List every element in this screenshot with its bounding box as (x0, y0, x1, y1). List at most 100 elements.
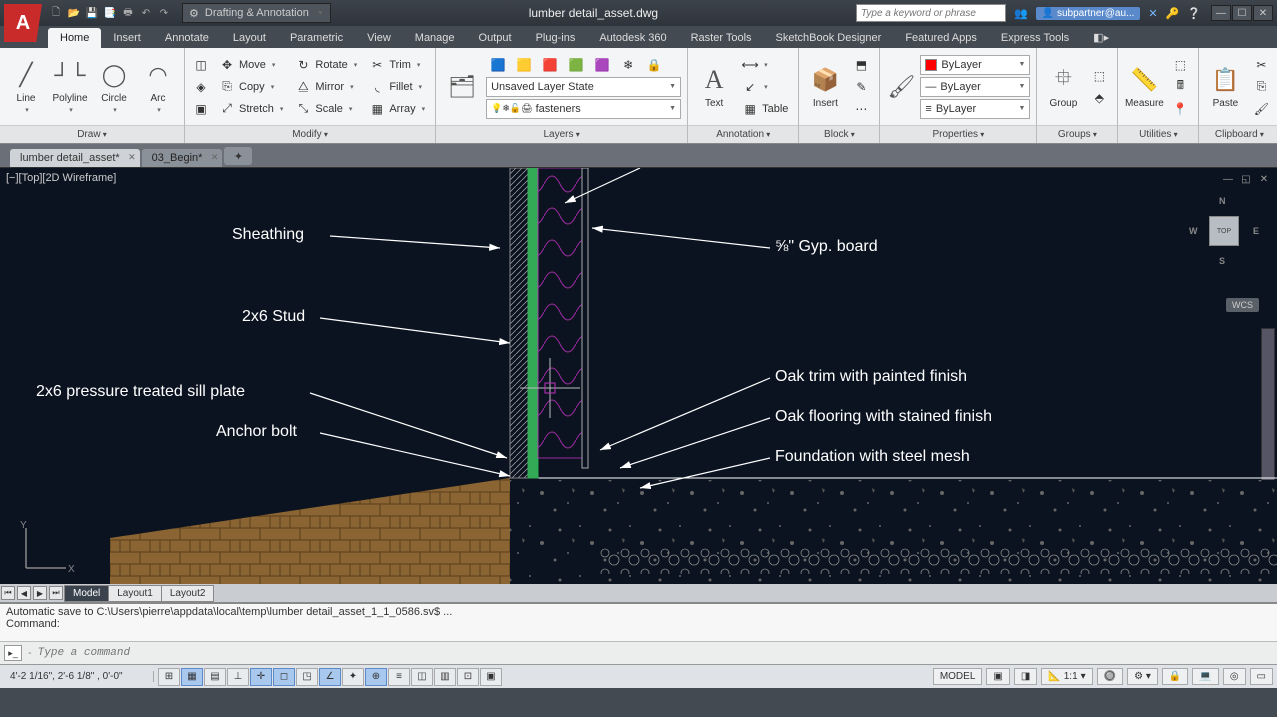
menu-tab-express-tools[interactable]: Express Tools (989, 28, 1081, 48)
toggle-polar[interactable]: ✛ (250, 668, 272, 686)
close-button[interactable]: ✕ (1253, 5, 1273, 21)
app-logo[interactable]: A (4, 4, 42, 42)
menu-tab-autodesk-360[interactable]: Autodesk 360 (587, 28, 678, 48)
tab-next-button[interactable]: ▶ (33, 586, 47, 600)
layer-state-dropdown[interactable]: Unsaved Layer State▼ (486, 77, 681, 97)
status-annovis-icon[interactable]: 🔘 (1097, 668, 1123, 685)
qat-redo-icon[interactable]: ↷ (156, 5, 172, 21)
rotate-button[interactable]: ↻Rotate▾ (291, 55, 361, 75)
status-coordinates[interactable]: 4'-2 1/16", 2'-6 1/8" , 0'-0" (4, 671, 154, 682)
file-tab[interactable]: lumber detail_asset*✕ (10, 149, 140, 167)
line-button[interactable]: ╱Line▾ (6, 54, 46, 120)
status-ws-icon[interactable]: ⚙ ▾ (1127, 668, 1158, 685)
group-button[interactable]: ⯐Group (1043, 54, 1083, 120)
close-icon[interactable]: ✕ (128, 152, 136, 163)
paste-button[interactable]: 📋Paste (1205, 54, 1245, 120)
toggle-dyn[interactable]: ⊕ (365, 668, 387, 686)
command-prompt-icon[interactable]: ▸_ (4, 645, 22, 661)
status-clean-icon[interactable]: ▭ (1250, 668, 1273, 685)
toggle-grid[interactable]: ▤ (204, 668, 226, 686)
toggle-ducs[interactable]: ✦ (342, 668, 364, 686)
file-tab[interactable]: 03_Begin*✕ (142, 149, 223, 167)
property-row-2[interactable]: ≡ByLayer▼ (920, 99, 1030, 119)
move-button[interactable]: ✥Move▾ (215, 55, 287, 75)
menu-tab-featured-apps[interactable]: Featured Apps (893, 28, 989, 48)
panel-title-groups[interactable]: Groups (1037, 125, 1117, 143)
maximize-button[interactable]: ☐ (1232, 5, 1252, 21)
ungroup-button[interactable]: ⬚ (1087, 66, 1111, 86)
qat-open-icon[interactable]: 📂 (66, 5, 82, 21)
status-model-chip[interactable]: MODEL (933, 668, 983, 685)
menu-tab-sketchbook-designer[interactable]: SketchBook Designer (764, 28, 894, 48)
circle-button[interactable]: ◯Circle▾ (94, 54, 134, 120)
table-button[interactable]: ▦Table (738, 99, 792, 119)
block-edit[interactable]: ✎ (849, 77, 873, 97)
toggle-qp[interactable]: ▥ (434, 668, 456, 686)
new-tab-button[interactable]: ✦ (224, 147, 252, 165)
panel-title-properties[interactable]: Properties (880, 125, 1036, 143)
signin-icon[interactable]: 👥 (1014, 7, 1028, 20)
menu-tab-view[interactable]: View (355, 28, 403, 48)
array-button[interactable]: ▦Array▾ (365, 99, 429, 119)
qat-saveas-icon[interactable]: 📑 (102, 5, 118, 21)
qat-new-icon[interactable]: 🗋 (48, 5, 64, 21)
layer-tool-4[interactable]: 🟩 (564, 55, 588, 75)
menu-tab-insert[interactable]: Insert (101, 28, 153, 48)
toggle-am[interactable]: ▣ (480, 668, 502, 686)
layer-properties-button[interactable]: 🗂 (442, 54, 482, 120)
search-input[interactable] (856, 4, 1006, 22)
toggle-snap[interactable]: ▦ (181, 668, 203, 686)
drawing-viewport[interactable]: [−][Top][2D Wireframe] — ◱ ✕ N W E S TOP… (0, 168, 1277, 602)
status-layout-icon[interactable]: ▣ (986, 668, 1009, 685)
modify-extra-1[interactable]: ◫ (191, 55, 211, 75)
qat-save-icon[interactable]: 💾 (84, 5, 100, 21)
copy-button[interactable]: ⎘Copy▾ (215, 77, 287, 97)
tab-model[interactable]: Model (64, 585, 109, 602)
scale-button[interactable]: ⤡Scale▾ (291, 99, 361, 119)
modify-extra-3[interactable]: ▣ (191, 99, 211, 119)
layer-tool-2[interactable]: 🟨 (512, 55, 536, 75)
toggle-sc[interactable]: ⊡ (457, 668, 479, 686)
workspace-dropdown[interactable]: ⚙ Drafting & Annotation ▼ (182, 3, 331, 23)
panel-title-annotation[interactable]: Annotation (688, 125, 798, 143)
panel-title-clipboard[interactable]: Clipboard (1199, 125, 1277, 143)
leader-button[interactable]: ↙▾ (738, 77, 792, 97)
util-2[interactable]: 🖩 (1168, 77, 1192, 97)
toggle-lwt[interactable]: ≡ (388, 668, 410, 686)
qat-undo-icon[interactable]: ↶ (138, 5, 154, 21)
layer-tool-7[interactable]: 🔒 (642, 55, 666, 75)
measure-button[interactable]: 📏Measure (1124, 54, 1164, 120)
fillet-button[interactable]: ◟Fillet▾ (365, 77, 429, 97)
close-icon[interactable]: ✕ (211, 152, 219, 163)
status-quickview-icon[interactable]: ◨ (1014, 668, 1037, 685)
block-attr[interactable]: ⋯ (849, 99, 873, 119)
status-annoscale-icon[interactable]: 📐 1:1 ▾ (1041, 668, 1092, 685)
toggle-tpy[interactable]: ◫ (411, 668, 433, 686)
status-isolate-icon[interactable]: ◎ (1223, 668, 1246, 685)
command-input[interactable] (38, 647, 1273, 659)
status-lock-icon[interactable]: 🔒 (1162, 668, 1188, 685)
toggle-ortho[interactable]: ⊥ (227, 668, 249, 686)
tab-prev-button[interactable]: ◀ (17, 586, 31, 600)
cut-button[interactable]: ✂ (1249, 55, 1273, 75)
stretch-button[interactable]: ⤢Stretch▾ (215, 99, 287, 119)
menu-tab-annotate[interactable]: Annotate (153, 28, 221, 48)
polyline-button[interactable]: ┘└Polyline▾ (50, 54, 90, 120)
tab-layout1[interactable]: Layout1 (108, 585, 162, 602)
toggle-osnap[interactable]: ◻ (273, 668, 295, 686)
command-history[interactable]: Automatic save to C:\Users\pierre\appdat… (0, 604, 1277, 642)
insert-block-button[interactable]: 📦Insert (805, 54, 845, 120)
qat-plot-icon[interactable]: 🖶 (120, 5, 136, 21)
panel-title-layers[interactable]: Layers (436, 125, 687, 143)
menu-tab-parametric[interactable]: Parametric (278, 28, 355, 48)
layer-tool-5[interactable]: 🟪 (590, 55, 614, 75)
tab-first-button[interactable]: ⏮ (1, 586, 15, 600)
property-row-1[interactable]: —ByLayer▼ (920, 77, 1030, 97)
panel-title-utilities[interactable]: Utilities (1118, 125, 1198, 143)
status-hardware-icon[interactable]: 💻 (1192, 668, 1218, 685)
panel-title-draw[interactable]: Draw (0, 125, 184, 143)
mirror-button[interactable]: ⧋Mirror▾ (291, 77, 361, 97)
exchange-icon[interactable]: ✕ (1148, 7, 1157, 20)
copy-button[interactable]: ⎘ (1249, 77, 1273, 97)
arc-button[interactable]: ◠Arc▾ (138, 54, 178, 120)
